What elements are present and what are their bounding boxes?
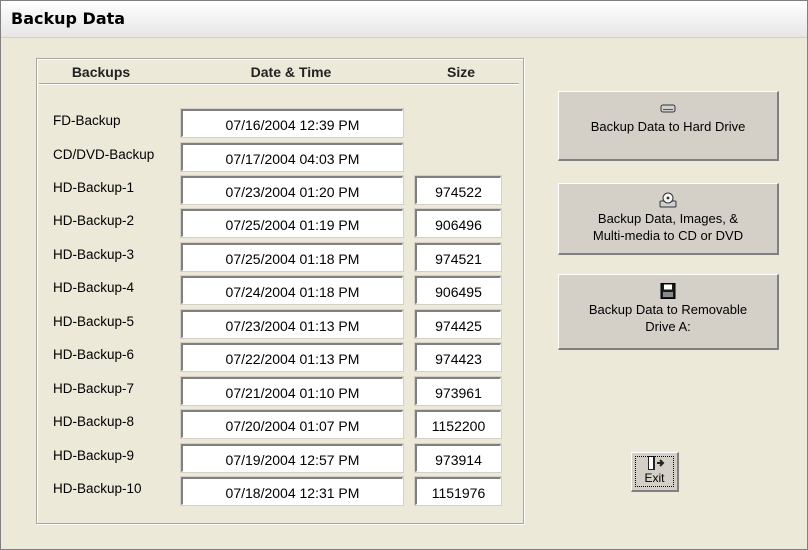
row-size-hd-backup-4[interactable]: 906495 (415, 276, 501, 304)
row-label-fd-backup: FD-Backup (53, 113, 121, 128)
row-size-hd-backup-10[interactable]: 1151976 (415, 477, 501, 505)
removable-button-label-line2: Drive A: (645, 319, 691, 334)
row-label-cd-dvd-backup: CD/DVD-Backup (53, 147, 155, 162)
header-divider (39, 83, 519, 85)
row-size-hd-backup-7[interactable]: 973961 (415, 377, 501, 405)
row-size-hd-backup-8[interactable]: 1152200 (415, 410, 501, 438)
row-datetime-hd-backup-6[interactable]: 07/22/2004 01:13 PM (181, 343, 403, 371)
window-content: Backups Date & Time Size FD-Backup 07/16… (1, 38, 807, 549)
header-size: Size (446, 64, 475, 80)
removable-button-label-line1: Backup Data to Removable (588, 302, 748, 317)
row-size-hd-backup-2[interactable]: 906496 (415, 209, 501, 237)
cd-dvd-button-label-line2: Multi-media to CD or DVD (592, 228, 744, 243)
hard-drive-icon (660, 104, 676, 113)
row-label-hd-backup-1: HD-Backup-1 (53, 180, 135, 195)
row-size-hd-backup-9[interactable]: 973914 (415, 444, 501, 472)
backup-to-removable-drive-button[interactable]: Backup Data to Removable Drive A: (558, 274, 779, 350)
row-datetime-hd-backup-9[interactable]: 07/19/2004 12:57 PM (181, 444, 403, 472)
row-label-hd-backup-5: HD-Backup-5 (53, 314, 135, 329)
row-datetime-hd-backup-8[interactable]: 07/20/2004 01:07 PM (181, 410, 403, 438)
backup-to-cd-dvd-button[interactable]: Backup Data, Images, & Multi-media to CD… (558, 183, 779, 255)
exit-button[interactable]: Exit (631, 452, 679, 492)
floppy-disk-icon (660, 283, 676, 299)
row-datetime-hd-backup-5[interactable]: 07/23/2004 01:13 PM (181, 310, 403, 338)
row-label-hd-backup-8: HD-Backup-8 (53, 414, 135, 429)
row-datetime-hd-backup-7[interactable]: 07/21/2004 01:10 PM (181, 377, 403, 405)
title-bar: Backup Data (1, 1, 807, 38)
row-datetime-hd-backup-2[interactable]: 07/25/2004 01:19 PM (181, 209, 403, 237)
row-datetime-hd-backup-3[interactable]: 07/25/2004 01:18 PM (181, 243, 403, 271)
row-label-hd-backup-3: HD-Backup-3 (53, 247, 135, 262)
row-label-hd-backup-4: HD-Backup-4 (53, 280, 135, 295)
row-size-hd-backup-6[interactable]: 974423 (415, 343, 501, 371)
row-label-hd-backup-2: HD-Backup-2 (53, 213, 135, 228)
row-label-hd-backup-10: HD-Backup-10 (53, 481, 142, 496)
row-label-hd-backup-6: HD-Backup-6 (53, 347, 135, 362)
row-label-hd-backup-7: HD-Backup-7 (53, 381, 135, 396)
backup-data-window: Backup Data Backups Date & Time Size FD-… (0, 0, 808, 550)
row-size-hd-backup-3[interactable]: 974521 (415, 243, 501, 271)
cd-drive-icon (659, 192, 677, 208)
header-date-time: Date & Time (250, 64, 332, 80)
window-title: Backup Data (11, 9, 126, 28)
hard-drive-button-label: Backup Data to Hard Drive (590, 119, 746, 134)
backup-to-hard-drive-button[interactable]: Backup Data to Hard Drive (558, 91, 779, 161)
header-backups: Backups (71, 64, 131, 80)
row-size-hd-backup-5[interactable]: 974425 (415, 310, 501, 338)
exit-focus-rect (635, 456, 674, 487)
row-datetime-hd-backup-4[interactable]: 07/24/2004 01:18 PM (181, 276, 403, 304)
row-datetime-hd-backup-1[interactable]: 07/23/2004 01:20 PM (181, 176, 403, 204)
row-size-hd-backup-1[interactable]: 974522 (415, 176, 501, 204)
row-datetime-hd-backup-10[interactable]: 07/18/2004 12:31 PM (181, 477, 403, 505)
row-label-hd-backup-9: HD-Backup-9 (53, 448, 135, 463)
row-datetime-fd-backup[interactable]: 07/16/2004 12:39 PM (181, 109, 403, 137)
cd-dvd-button-label-line1: Backup Data, Images, & (597, 211, 739, 226)
row-datetime-cd-dvd-backup[interactable]: 07/17/2004 04:03 PM (181, 143, 403, 171)
